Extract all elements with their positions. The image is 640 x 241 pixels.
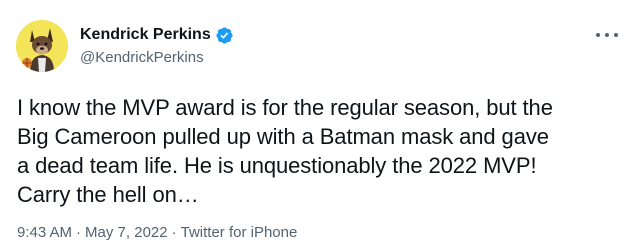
meta-separator: ·	[171, 224, 177, 241]
meta-separator: ·	[76, 224, 82, 241]
display-name[interactable]: Kendrick Perkins	[80, 25, 211, 45]
more-dot	[605, 33, 609, 37]
author-handle[interactable]: @KendrickPerkins	[80, 48, 204, 68]
more-options-icon[interactable]	[596, 30, 618, 40]
tweet-text: I know the MVP award is for the regular …	[17, 93, 629, 209]
tweet-text-line: Carry the hell on…	[17, 182, 199, 207]
tweet-text-line: I know the MVP award is for the regular …	[17, 95, 553, 120]
avatar[interactable]	[16, 20, 68, 72]
tweet-time[interactable]: 9:43 AM	[17, 224, 72, 241]
verified-badge-icon	[216, 26, 233, 44]
author-name-row: Kendrick Perkins	[80, 25, 234, 45]
tweet-meta: 9:43 AM · May 7, 2022 · Twitter for iPhone	[17, 224, 297, 241]
more-dot	[596, 33, 600, 37]
tweet-text-line: Big Cameroon pulled up with a Batman mas…	[17, 124, 549, 149]
avatar-dog-icon	[16, 20, 68, 72]
tweet-text-line: a dead team life. He is unquestionably t…	[17, 153, 537, 178]
tweet-date[interactable]: May 7, 2022	[85, 224, 168, 241]
tweet-card: Kendrick Perkins @KendrickPerkins I know…	[0, 0, 640, 241]
tweet-source: Twitter for iPhone	[180, 224, 298, 241]
more-dot	[614, 33, 618, 37]
